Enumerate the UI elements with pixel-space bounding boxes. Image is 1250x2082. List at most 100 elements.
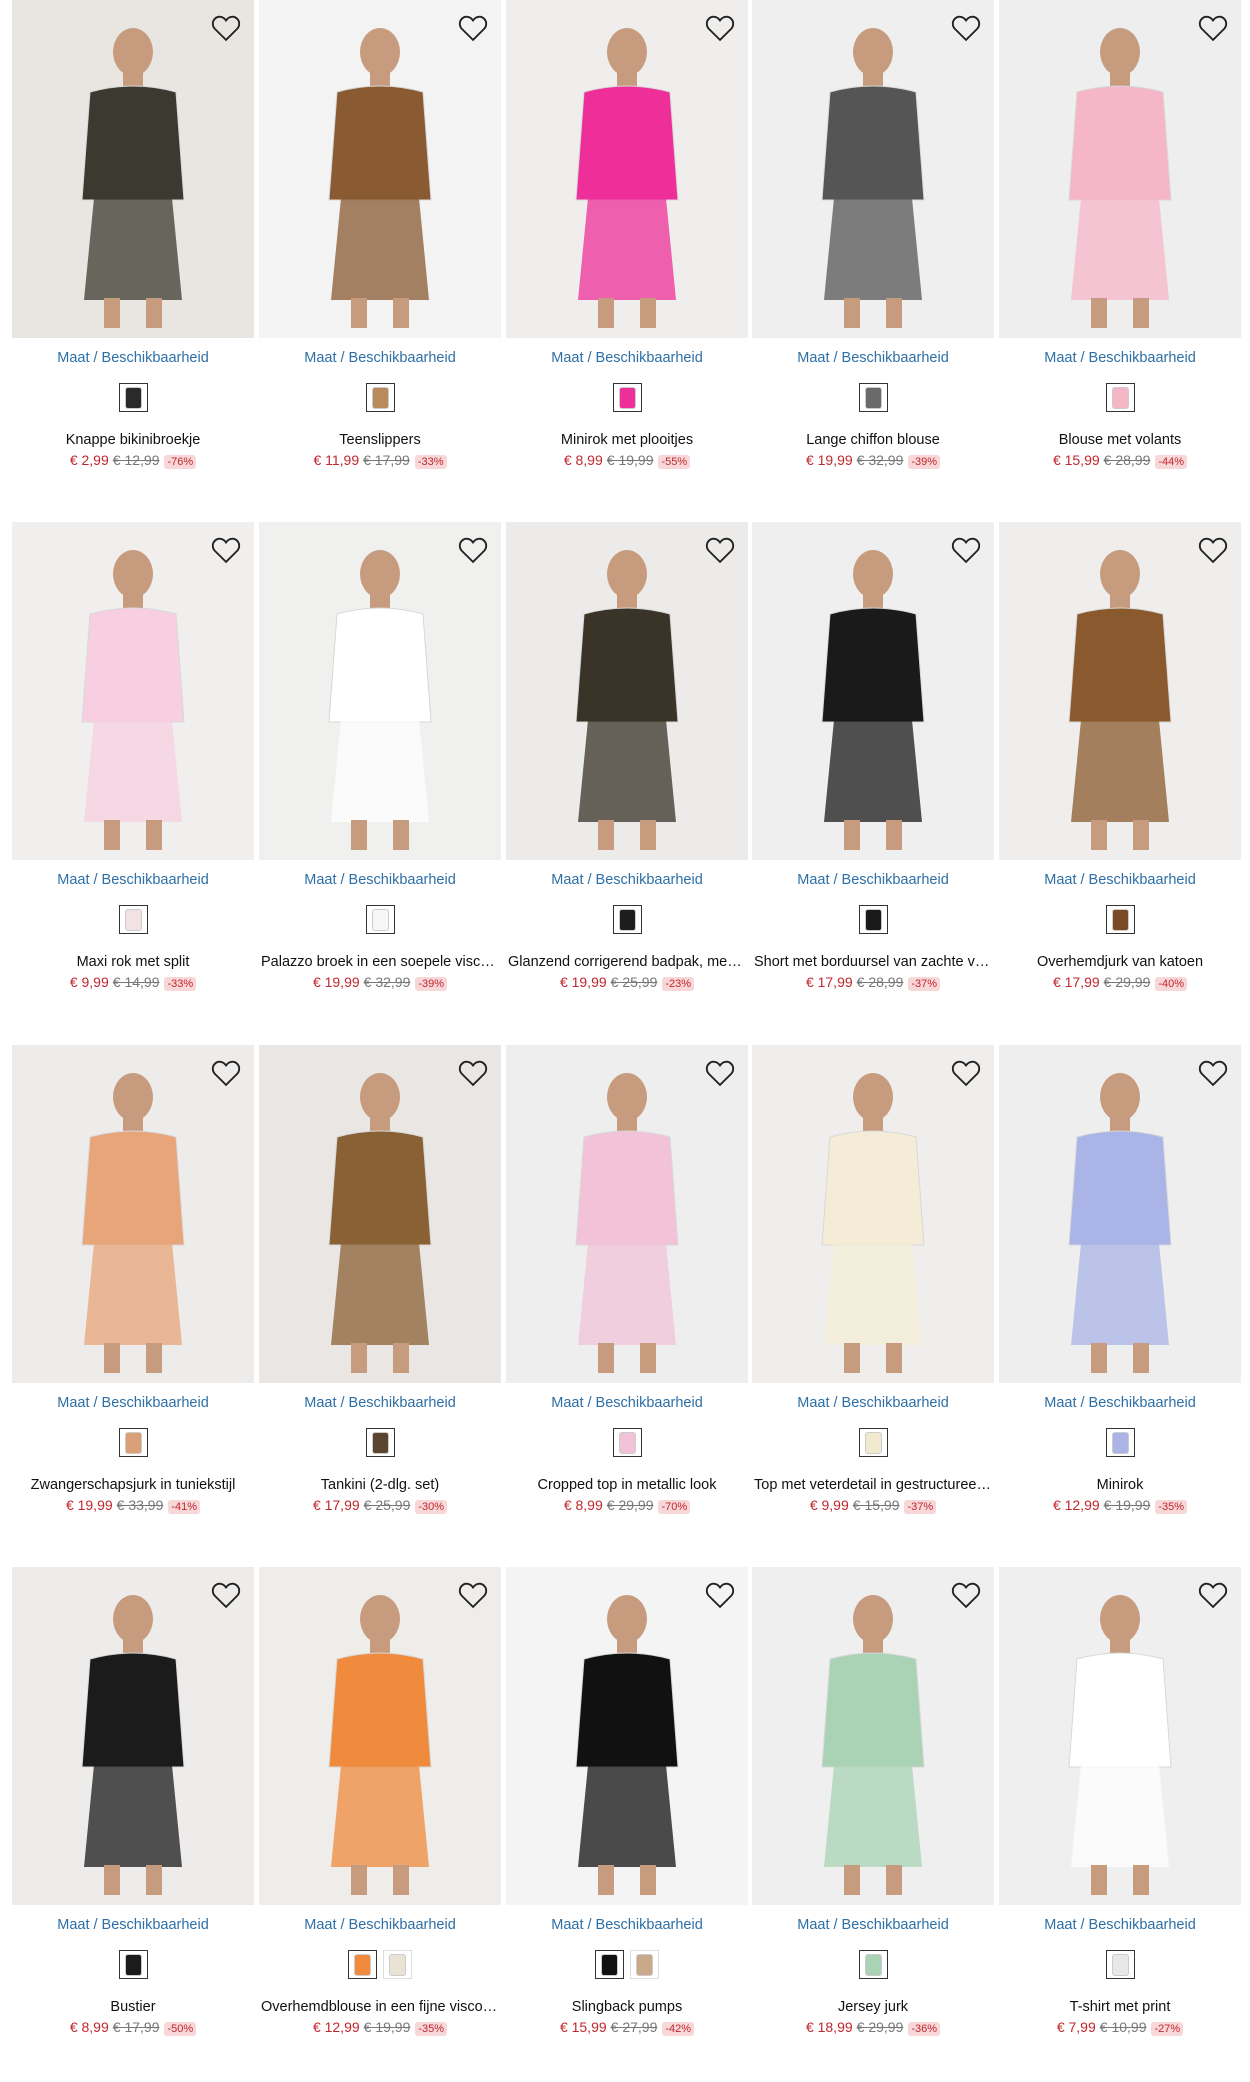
product-card[interactable]: Maat / Beschikbaarheid Overhemdblouse in … xyxy=(259,1567,501,2036)
color-swatch[interactable] xyxy=(612,383,642,412)
wishlist-heart-icon[interactable] xyxy=(704,1579,736,1611)
size-availability-link[interactable]: Maat / Beschikbaarheid xyxy=(506,350,748,366)
product-name[interactable]: Zwangerschapsjurk in tuniekstijl xyxy=(12,1477,254,1493)
wishlist-heart-icon[interactable] xyxy=(704,12,736,44)
product-image[interactable] xyxy=(752,522,994,860)
size-availability-link[interactable]: Maat / Beschikbaarheid xyxy=(999,1917,1241,1933)
product-card[interactable]: Maat / Beschikbaarheid Lange chiffon blou… xyxy=(752,0,994,469)
color-swatch[interactable] xyxy=(858,905,888,934)
product-card[interactable]: Maat / Beschikbaarheid Maxi rok met split… xyxy=(12,522,254,991)
product-image[interactable] xyxy=(999,522,1241,860)
product-image[interactable] xyxy=(12,1567,254,1905)
product-card[interactable]: Maat / Beschikbaarheid Glanzend corrigere… xyxy=(506,522,748,991)
product-image[interactable] xyxy=(752,1045,994,1383)
wishlist-heart-icon[interactable] xyxy=(950,12,982,44)
wishlist-heart-icon[interactable] xyxy=(704,534,736,566)
wishlist-heart-icon[interactable] xyxy=(457,1579,489,1611)
product-name[interactable]: Cropped top in metallic look xyxy=(506,1477,748,1493)
product-name[interactable]: Teenslippers xyxy=(259,432,501,448)
product-card[interactable]: Maat / Beschikbaarheid Knappe bikinibroek… xyxy=(12,0,254,469)
color-swatch[interactable] xyxy=(365,905,395,934)
product-image[interactable] xyxy=(259,0,501,338)
color-swatch[interactable] xyxy=(858,1428,888,1457)
color-swatch[interactable] xyxy=(1105,1428,1135,1457)
wishlist-heart-icon[interactable] xyxy=(1197,12,1229,44)
product-card[interactable]: Maat / Beschikbaarheid Palazzo broek in e… xyxy=(259,522,501,991)
size-availability-link[interactable]: Maat / Beschikbaarheid xyxy=(999,350,1241,366)
size-availability-link[interactable]: Maat / Beschikbaarheid xyxy=(999,872,1241,888)
size-availability-link[interactable]: Maat / Beschikbaarheid xyxy=(506,1395,748,1411)
product-image[interactable] xyxy=(12,1045,254,1383)
product-card[interactable]: Maat / Beschikbaarheid Slingback pumps € 1… xyxy=(506,1567,748,2036)
product-name[interactable]: Blouse met volants xyxy=(999,432,1241,448)
color-swatch[interactable] xyxy=(118,1950,148,1979)
size-availability-link[interactable]: Maat / Beschikbaarheid xyxy=(999,1395,1241,1411)
size-availability-link[interactable]: Maat / Beschikbaarheid xyxy=(752,350,994,366)
color-swatch[interactable] xyxy=(383,1950,412,1979)
size-availability-link[interactable]: Maat / Beschikbaarheid xyxy=(259,1917,501,1933)
size-availability-link[interactable]: Maat / Beschikbaarheid xyxy=(12,350,254,366)
wishlist-heart-icon[interactable] xyxy=(457,1057,489,1089)
product-image[interactable] xyxy=(259,1045,501,1383)
wishlist-heart-icon[interactable] xyxy=(950,1057,982,1089)
product-name[interactable]: Glanzend corrigerend badpak, medium shap… xyxy=(506,954,748,970)
wishlist-heart-icon[interactable] xyxy=(704,1057,736,1089)
product-card[interactable]: Maat / Beschikbaarheid Blouse met volants… xyxy=(999,0,1241,469)
product-image[interactable] xyxy=(506,0,748,338)
product-name[interactable]: Lange chiffon blouse xyxy=(752,432,994,448)
size-availability-link[interactable]: Maat / Beschikbaarheid xyxy=(752,872,994,888)
color-swatch[interactable] xyxy=(858,1950,888,1979)
product-image[interactable] xyxy=(506,1045,748,1383)
product-card[interactable]: Maat / Beschikbaarheid Jersey jurk € 18,99… xyxy=(752,1567,994,2036)
product-name[interactable]: Bustier xyxy=(12,1999,254,2015)
size-availability-link[interactable]: Maat / Beschikbaarheid xyxy=(12,1395,254,1411)
color-swatch[interactable] xyxy=(630,1950,659,1979)
product-card[interactable]: Maat / Beschikbaarheid T-shirt met print €… xyxy=(999,1567,1241,2036)
size-availability-link[interactable]: Maat / Beschikbaarheid xyxy=(259,1395,501,1411)
color-swatch[interactable] xyxy=(612,905,642,934)
product-card[interactable]: Maat / Beschikbaarheid Tankini (2-dlg. se… xyxy=(259,1045,501,1514)
color-swatch[interactable] xyxy=(118,905,148,934)
product-card[interactable]: Maat / Beschikbaarheid Minirok € 12,99 € 19… xyxy=(999,1045,1241,1514)
product-card[interactable]: Maat / Beschikbaarheid Top met veterdetai… xyxy=(752,1045,994,1514)
product-name[interactable]: Slingback pumps xyxy=(506,1999,748,2015)
size-availability-link[interactable]: Maat / Beschikbaarheid xyxy=(259,872,501,888)
product-card[interactable]: Maat / Beschikbaarheid Bustier € 8,99 € 17,… xyxy=(12,1567,254,2036)
size-availability-link[interactable]: Maat / Beschikbaarheid xyxy=(12,1917,254,1933)
product-card[interactable]: Maat / Beschikbaarheid Minirok met plooit… xyxy=(506,0,748,469)
color-swatch[interactable] xyxy=(118,1428,148,1457)
color-swatch[interactable] xyxy=(858,383,888,412)
product-image[interactable] xyxy=(259,1567,501,1905)
color-swatch[interactable] xyxy=(365,383,395,412)
product-image[interactable] xyxy=(12,522,254,860)
wishlist-heart-icon[interactable] xyxy=(457,12,489,44)
product-name[interactable]: Palazzo broek in een soepele viscose kwa… xyxy=(259,954,501,970)
product-image[interactable] xyxy=(752,1567,994,1905)
product-name[interactable]: Overhemdjurk van katoen xyxy=(999,954,1241,970)
size-availability-link[interactable]: Maat / Beschikbaarheid xyxy=(752,1395,994,1411)
wishlist-heart-icon[interactable] xyxy=(950,1579,982,1611)
product-name[interactable]: Minirok xyxy=(999,1477,1241,1493)
product-card[interactable]: Maat / Beschikbaarheid Teenslippers € 11,9… xyxy=(259,0,501,469)
size-availability-link[interactable]: Maat / Beschikbaarheid xyxy=(752,1917,994,1933)
color-swatch[interactable] xyxy=(118,383,148,412)
product-name[interactable]: Overhemdblouse in een fijne viscose kwal… xyxy=(259,1999,501,2015)
product-image[interactable] xyxy=(752,0,994,338)
color-swatch[interactable] xyxy=(612,1428,642,1457)
wishlist-heart-icon[interactable] xyxy=(1197,534,1229,566)
wishlist-heart-icon[interactable] xyxy=(210,12,242,44)
product-card[interactable]: Maat / Beschikbaarheid Cropped top in met… xyxy=(506,1045,748,1514)
color-swatch[interactable] xyxy=(1105,1950,1135,1979)
color-swatch[interactable] xyxy=(365,1428,395,1457)
wishlist-heart-icon[interactable] xyxy=(457,534,489,566)
product-image[interactable] xyxy=(999,0,1241,338)
wishlist-heart-icon[interactable] xyxy=(950,534,982,566)
product-name[interactable]: T-shirt met print xyxy=(999,1999,1241,2015)
size-availability-link[interactable]: Maat / Beschikbaarheid xyxy=(506,1917,748,1933)
product-image[interactable] xyxy=(506,522,748,860)
product-name[interactable]: Minirok met plooitjes xyxy=(506,432,748,448)
color-swatch[interactable] xyxy=(348,1950,377,1979)
product-name[interactable]: Maxi rok met split xyxy=(12,954,254,970)
product-card[interactable]: Maat / Beschikbaarheid Short met borduurs… xyxy=(752,522,994,991)
product-name[interactable]: Jersey jurk xyxy=(752,1999,994,2015)
